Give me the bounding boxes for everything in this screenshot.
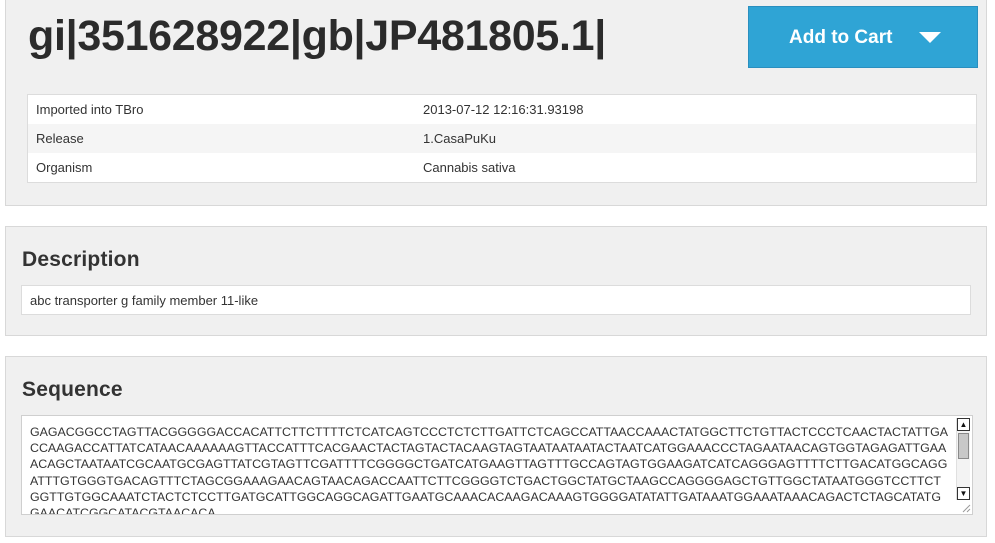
sequence-text: GAGACGGCCTAGTTACGGGGGACCACATTCTTCTTTTCTC… [30, 425, 948, 515]
info-value: 1.CasaPuKu [423, 131, 496, 146]
scroll-thumb[interactable] [958, 433, 969, 459]
info-row-imported: Imported into TBro 2013-07-12 12:16:31.9… [28, 95, 976, 124]
add-to-cart-label: Add to Cart [789, 27, 893, 48]
info-value: Cannabis sativa [423, 160, 516, 175]
info-table: Imported into TBro 2013-07-12 12:16:31.9… [27, 94, 977, 183]
scroll-up-icon[interactable]: ▲ [957, 418, 970, 431]
page-title: gi|351628922|gb|JP481805.1| [28, 12, 606, 60]
caret-down-icon [919, 32, 941, 43]
sequence-panel: Sequence GAGACGGCCTAGTTACGGGGGACCACATTCT… [5, 356, 987, 537]
info-row-release: Release 1.CasaPuKu [28, 124, 976, 153]
sequence-scrollbar[interactable]: ▲ ▼ [956, 418, 970, 500]
sequence-textarea[interactable]: GAGACGGCCTAGTTACGGGGGACCACATTCTTCTTTTCTC… [21, 415, 973, 515]
description-heading: Description [22, 248, 140, 271]
info-label: Release [36, 131, 84, 146]
sequence-heading: Sequence [22, 378, 123, 401]
scroll-down-icon[interactable]: ▼ [957, 487, 970, 500]
info-label: Organism [36, 160, 93, 175]
description-text: abc transporter g family member 11-like [21, 285, 971, 315]
description-panel: Description abc transporter g family mem… [5, 226, 987, 336]
info-label: Imported into TBro [36, 102, 144, 117]
info-value: 2013-07-12 12:16:31.93198 [423, 102, 584, 117]
add-to-cart-button[interactable]: Add to Cart [748, 6, 978, 68]
resize-grip-icon[interactable] [961, 503, 971, 513]
info-row-organism: Organism Cannabis sativa [28, 153, 976, 182]
sequence-header-panel: gi|351628922|gb|JP481805.1| Add to Cart … [5, 0, 987, 206]
